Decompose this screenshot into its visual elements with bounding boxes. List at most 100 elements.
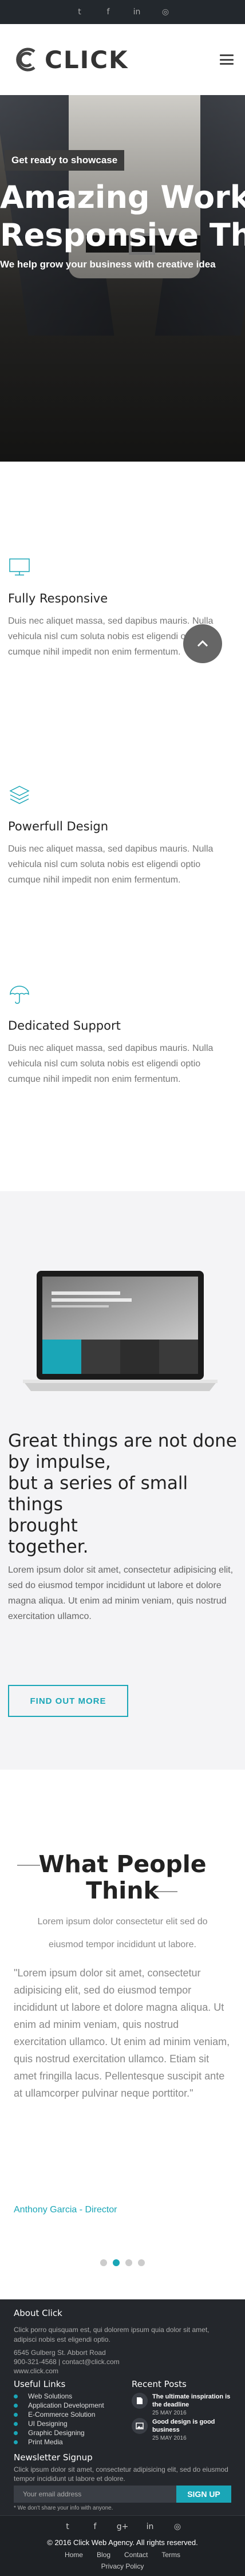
- recent-post[interactable]: Good design is good business 25 MAY 2016: [132, 2418, 235, 2441]
- feature-title: Fully Responsive: [8, 592, 108, 605]
- footer-link-label: Web Solutions: [28, 2392, 73, 2400]
- newsletter-text: Click ipsum dolor sit amet, consectetur …: [14, 2465, 228, 2483]
- email-input[interactable]: [14, 2486, 176, 2503]
- bullet-icon: [14, 2412, 18, 2417]
- footer-link[interactable]: Graphic Designing: [14, 2428, 104, 2437]
- great-heading-line: but a series of small things: [8, 1473, 188, 1515]
- hero-title: Amazing Work Responsive Th: [0, 179, 245, 254]
- great-heading: Great things are not done by impulse, bu…: [8, 1431, 237, 1558]
- great-heading-line: Great things are not done: [8, 1431, 237, 1451]
- recent-posts-title: Recent Posts: [132, 2379, 187, 2389]
- bullet-icon: [14, 2431, 18, 2435]
- copyright: © 2016 Click Web Agency. All rights rese…: [47, 2538, 198, 2547]
- footer-link[interactable]: Print Media: [14, 2437, 104, 2447]
- sign-up-button[interactable]: SIGN UP: [176, 2486, 231, 2503]
- feature-text: Duis nec aliquet massa, sed dapibus maur…: [8, 1043, 214, 1084]
- address: 6545 Gulberg St. Abbort Road: [14, 2349, 106, 2357]
- footer-link-label: Graphic Designing: [28, 2429, 85, 2437]
- carousel-dot[interactable]: [125, 2259, 132, 2266]
- carousel-dot-active[interactable]: [113, 2259, 120, 2266]
- bullet-icon: [14, 2440, 18, 2444]
- menu-icon[interactable]: [220, 54, 234, 65]
- logo[interactable]: CLICK: [11, 46, 129, 74]
- document-icon: [132, 2393, 148, 2409]
- linkedin-icon[interactable]: in: [131, 6, 143, 18]
- bullet-icon: [14, 2394, 18, 2398]
- hero-subtitle: We help grow your business with creative…: [0, 259, 216, 270]
- useful-links-title: Useful Links: [14, 2379, 66, 2389]
- carousel-dot[interactable]: [138, 2259, 145, 2266]
- newsletter-form: SIGN UP: [14, 2486, 231, 2503]
- testimonials-heading-line: Think: [86, 1877, 159, 1904]
- footer-link-label: Application Development: [28, 2401, 104, 2409]
- feature-item: Powerfull Design Duis nec aliquet massa,…: [8, 783, 237, 888]
- recent-post-title[interactable]: Good design is good business: [152, 2418, 235, 2434]
- hero-title-line1: Amazing Work: [0, 179, 245, 215]
- great-things-section: Great things are not done by impulse, bu…: [0, 1191, 245, 1770]
- monitor-icon: [9, 558, 30, 576]
- great-heading-line: together.: [8, 1537, 89, 1557]
- footer-link-label: E-Commerce Solution: [28, 2410, 96, 2419]
- footer-link[interactable]: E-Commerce Solution: [14, 2410, 104, 2419]
- carousel-dots: [0, 2259, 245, 2266]
- twitter-icon[interactable]: t: [74, 6, 85, 18]
- footer-link-label: Print Media: [28, 2438, 63, 2446]
- facebook-icon[interactable]: f: [87, 2519, 103, 2535]
- about-title: About Click: [14, 2308, 62, 2318]
- recent-post[interactable]: The ultimate inspiration is the deadline…: [132, 2393, 235, 2416]
- contact-info: 6545 Gulberg St. Abbort Road 900-321-456…: [14, 2348, 231, 2376]
- twitter-icon[interactable]: t: [60, 2519, 76, 2535]
- great-text: Lorem ipsum dolor sit amet, consectetur …: [8, 1565, 234, 1621]
- phone-email[interactable]: 900-321-4568 | contact@click.com: [14, 2357, 231, 2366]
- footer-link[interactable]: Application Development: [14, 2401, 104, 2410]
- privacy-policy-link[interactable]: Privacy Policy: [0, 2562, 245, 2570]
- footer-bottom-links: Home Blog Contact Terms: [0, 2551, 245, 2559]
- footer-link-label: UI Designing: [28, 2420, 68, 2428]
- chevron-up-icon: [197, 640, 208, 647]
- dribbble-icon[interactable]: ◎: [169, 2519, 185, 2535]
- testimonials-lead-line: eiusmod tempor incididunt ut labore.: [49, 1940, 196, 1949]
- logo-text: CLICK: [45, 45, 129, 74]
- testimonials-heading: What People Think: [0, 1851, 245, 1904]
- hero-title-line2: Responsive Th: [0, 217, 245, 253]
- facebook-icon[interactable]: f: [102, 6, 114, 18]
- recent-post-date: 25 MAY 2016: [152, 2435, 187, 2441]
- hero-tag: Get ready to showcase: [5, 150, 125, 171]
- dribbble-icon[interactable]: ◎: [160, 6, 171, 18]
- linkedin-icon[interactable]: in: [142, 2519, 158, 2535]
- testimonial-author: Anthony Garcia - Director: [14, 2205, 117, 2215]
- recent-post-title[interactable]: The ultimate inspiration is the deadline: [152, 2393, 235, 2409]
- privacy-note: * We don't share your info with anyone.: [14, 2505, 113, 2511]
- footer-social-icons: t f g+ in ◎: [0, 2519, 245, 2535]
- testimonials-heading-line: What People: [38, 1850, 207, 1878]
- bullet-icon: [14, 2403, 18, 2408]
- recent-post-body: Good design is good business 25 MAY 2016: [152, 2418, 235, 2441]
- testimonials-lead-line: Lorem ipsum dolor consectetur elit sed d…: [37, 1917, 208, 1927]
- testimonials-lead: Lorem ipsum dolor consectetur elit sed d…: [0, 1911, 245, 1956]
- logo-mark-icon: [16, 48, 35, 72]
- carousel-dot[interactable]: [100, 2259, 107, 2266]
- bottom-link[interactable]: Home: [65, 2551, 83, 2559]
- great-heading-line: brought: [8, 1515, 78, 1536]
- recent-post-body: The ultimate inspiration is the deadline…: [152, 2393, 235, 2416]
- laptop-image: [23, 1271, 218, 1391]
- bottom-link[interactable]: Terms: [161, 2551, 180, 2559]
- about-text: Click porro quisquam est, qui dolorem ip…: [14, 2326, 210, 2343]
- website-link[interactable]: www.click.com: [14, 2366, 231, 2376]
- testimonial-quote: "Lorem ipsum dolor sit amet, consectetur…: [14, 1967, 230, 2099]
- footer-link[interactable]: Web Solutions: [14, 2392, 104, 2401]
- top-social-bar: t f in ◎: [0, 0, 245, 24]
- find-out-more-button[interactable]: FIND OUT MORE: [8, 1685, 128, 1717]
- bottom-link[interactable]: Blog: [97, 2551, 110, 2559]
- site-header: CLICK: [0, 24, 245, 95]
- bottom-link[interactable]: Contact: [124, 2551, 148, 2559]
- footer-link[interactable]: UI Designing: [14, 2419, 104, 2428]
- feature-title: Dedicated Support: [8, 1019, 121, 1033]
- image-icon: [132, 2418, 148, 2434]
- feature-item: Dedicated Support Duis nec aliquet massa…: [8, 983, 237, 1087]
- scroll-top-button[interactable]: [183, 624, 222, 663]
- google-plus-icon[interactable]: g+: [114, 2519, 131, 2535]
- feature-text: Duis nec aliquet massa, sed dapibus maur…: [8, 844, 214, 885]
- layers-icon: [9, 786, 30, 804]
- bullet-icon: [14, 2421, 18, 2426]
